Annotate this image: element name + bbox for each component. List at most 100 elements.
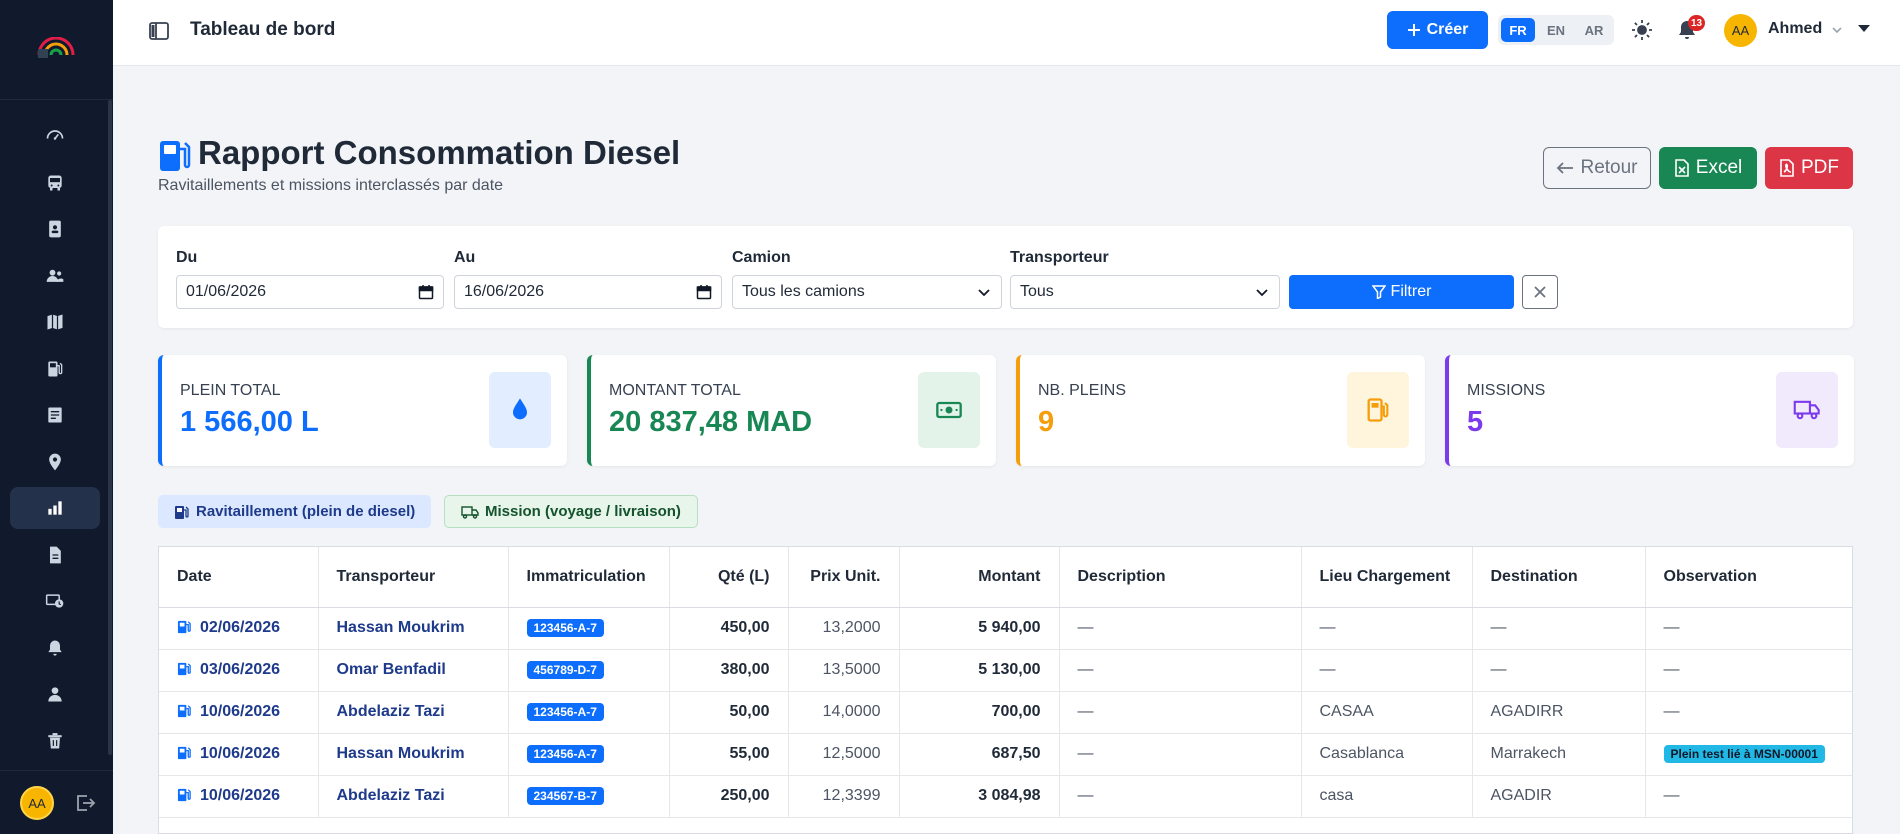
sidebar-item-fuel-pump[interactable] xyxy=(10,348,100,390)
col-qte[interactable]: Qté (L) xyxy=(669,547,789,608)
sidebar-item-bus[interactable] xyxy=(10,162,100,204)
dashboard-icon xyxy=(46,130,64,140)
sidebar-item-id-card[interactable] xyxy=(10,208,100,250)
arrow-left-icon xyxy=(1557,162,1574,174)
carrier-label: Transporteur xyxy=(1010,249,1109,266)
col-transporteur[interactable]: Transporteur xyxy=(318,547,509,608)
observation-cell: Plein test lié à MSN-00001 xyxy=(1645,733,1852,776)
truck-icon xyxy=(1793,400,1820,420)
truck-label: Camion xyxy=(732,249,791,266)
fuel-pump-icon xyxy=(177,788,191,802)
stat-card-montant-total: MONTANT TOTAL 20 837,48 MAD xyxy=(587,355,996,466)
lang-fr[interactable]: FR xyxy=(1501,18,1535,42)
immat-badge: 123456-A-7 xyxy=(526,619,604,637)
notification-badge: 13 xyxy=(1688,15,1706,31)
immat-cell: 123456-A-7 xyxy=(508,733,670,776)
destination-cell: Marrakech xyxy=(1472,733,1646,776)
stat-value: 1 566,00 L xyxy=(180,406,319,438)
stat-icon-box xyxy=(489,372,551,448)
col-prix[interactable]: Prix Unit. xyxy=(788,547,900,608)
user-name[interactable]: Ahmed xyxy=(1768,20,1822,38)
immat-cell: 456789-D-7 xyxy=(508,649,670,692)
caret-down-icon[interactable] xyxy=(1858,25,1870,32)
topbar: Tableau de bord Créer FR EN AR 13 AA Ahm… xyxy=(113,0,1900,66)
table-row[interactable]: 10/06/2026 Hassan Moukrim 123456-A-7 55,00 1… xyxy=(159,733,1852,776)
sidebar-item-dashboard[interactable] xyxy=(10,115,100,157)
avatar[interactable]: AA xyxy=(1724,14,1757,47)
stat-value: 20 837,48 MAD xyxy=(609,406,813,438)
sidebar-item-trash[interactable] xyxy=(10,720,100,762)
lieu-cell: — xyxy=(1301,649,1473,692)
trash-icon xyxy=(48,732,62,748)
stat-label: MISSIONS xyxy=(1467,382,1546,399)
immat-cell: 234567-B-7 xyxy=(508,775,670,818)
back-button[interactable]: Retour xyxy=(1543,147,1651,189)
immat-badge: 456789-D-7 xyxy=(526,661,604,679)
sidebar-item-receipt[interactable] xyxy=(10,394,100,436)
pdf-button[interactable]: PDF xyxy=(1765,147,1853,189)
fuel-pump-icon xyxy=(48,361,63,376)
table-row[interactable]: 02/06/2026 Hassan Moukrim 123456-A-7 450,00… xyxy=(159,607,1852,650)
col-destination[interactable]: Destination xyxy=(1472,547,1646,608)
location-pin-icon xyxy=(49,453,61,470)
sidebar-avatar[interactable]: AA xyxy=(20,786,54,820)
sun-icon[interactable] xyxy=(1630,18,1654,42)
col-immatriculation[interactable]: Immatriculation xyxy=(508,547,670,608)
fuel-pump-icon xyxy=(177,704,191,718)
immat-badge: 123456-A-7 xyxy=(526,703,604,721)
sidebar-toggle-icon[interactable] xyxy=(147,19,171,43)
chart-icon xyxy=(48,501,62,515)
from-date-input[interactable]: 01/06/2026 xyxy=(176,275,444,309)
qte-cell: 55,00 xyxy=(669,733,789,776)
stat-label: NB. PLEINS xyxy=(1038,382,1127,399)
prix-cell: 13,5000 xyxy=(788,649,900,692)
sidebar-item-users[interactable] xyxy=(10,255,100,297)
sidebar-item-person[interactable] xyxy=(10,673,100,715)
filter-button[interactable]: Filtrer xyxy=(1289,275,1514,309)
truck-select[interactable]: Tous les camions xyxy=(732,275,1002,309)
sidebar-item-chart[interactable] xyxy=(10,487,100,529)
observation-cell: — xyxy=(1645,775,1852,818)
col-montant[interactable]: Montant xyxy=(899,547,1060,608)
clear-filters-button[interactable] xyxy=(1522,275,1558,309)
lang-en[interactable]: EN xyxy=(1539,18,1573,42)
to-date-input[interactable]: 16/06/2026 xyxy=(454,275,722,309)
sidebar-scrollbar[interactable] xyxy=(108,100,112,755)
sidebar-item-clock-cash[interactable] xyxy=(10,580,100,622)
table-row[interactable]: 03/06/2026 Omar Benfadil 456789-D-7 380,00 1… xyxy=(159,649,1852,692)
logo xyxy=(37,37,75,58)
sidebar-item-document[interactable] xyxy=(10,534,100,576)
sidebar-item-map[interactable] xyxy=(10,301,100,343)
stat-card-missions: MISSIONS 5 xyxy=(1445,355,1854,466)
transporteur-cell: Abdelaziz Tazi xyxy=(318,691,509,734)
qte-cell: 450,00 xyxy=(669,607,789,650)
lieu-cell: Casablanca xyxy=(1301,733,1473,776)
col-description[interactable]: Description xyxy=(1059,547,1302,608)
bus-icon xyxy=(48,175,62,190)
col-observation[interactable]: Observation xyxy=(1645,547,1852,608)
logout-icon[interactable] xyxy=(73,791,97,815)
calendar-icon[interactable] xyxy=(418,284,434,300)
calendar-icon[interactable] xyxy=(696,284,712,300)
sidebar-item-location-pin[interactable] xyxy=(10,441,100,483)
observation-cell: — xyxy=(1645,691,1852,734)
excel-button[interactable]: Excel xyxy=(1659,147,1757,189)
map-icon xyxy=(47,314,63,330)
col-date[interactable]: Date xyxy=(159,547,319,608)
observation-text: — xyxy=(1663,703,1680,720)
table-row[interactable]: 10/06/2026 Abdelaziz Tazi 234567-B-7 250,00… xyxy=(159,775,1852,818)
prix-cell: 12,3399 xyxy=(788,775,900,818)
col-lieu[interactable]: Lieu Chargement xyxy=(1301,547,1473,608)
montant-cell: 700,00 xyxy=(899,691,1060,734)
description-cell: — xyxy=(1059,691,1302,734)
qte-cell: 250,00 xyxy=(669,775,789,818)
sidebar-item-bell[interactable] xyxy=(10,627,100,669)
description-cell: — xyxy=(1059,733,1302,776)
chevron-down-icon[interactable] xyxy=(1830,23,1844,37)
carrier-select[interactable]: Tous xyxy=(1010,275,1280,309)
lieu-cell: — xyxy=(1301,607,1473,650)
table-row[interactable]: 10/06/2026 Abdelaziz Tazi 123456-A-7 50,00 1… xyxy=(159,691,1852,734)
create-button[interactable]: Créer xyxy=(1387,11,1488,49)
lang-ar[interactable]: AR xyxy=(1577,18,1611,42)
cash-icon xyxy=(936,401,962,419)
